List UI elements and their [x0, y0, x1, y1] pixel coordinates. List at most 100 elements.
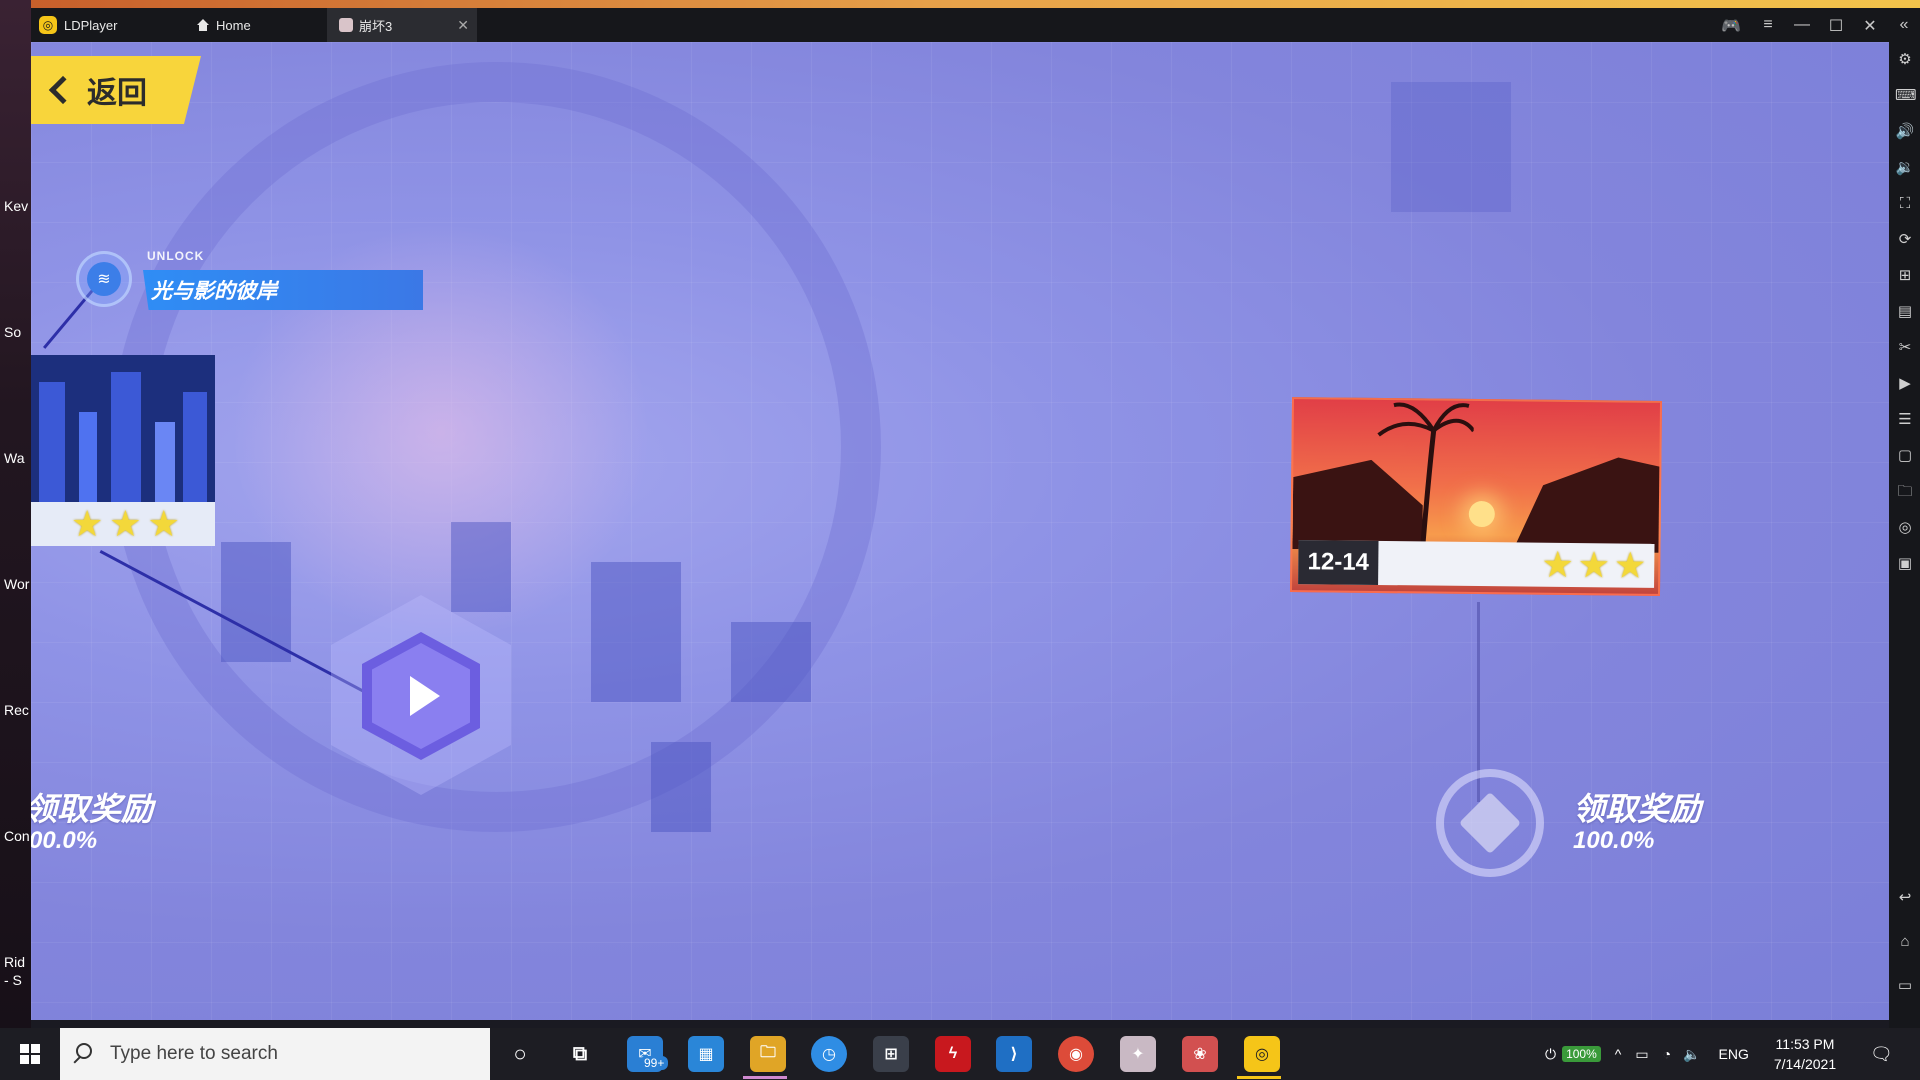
speaker-icon[interactable]: 🔈 — [1683, 1046, 1700, 1063]
multi-instance-icon[interactable]: ▣ — [1895, 554, 1915, 574]
task-view-icon[interactable]: ⧉ — [562, 1036, 598, 1072]
back-button[interactable]: 返回 — [31, 56, 201, 124]
battery-icon[interactable]: ▭ — [1635, 1046, 1648, 1063]
file-explorer-icon[interactable]: 🗀 — [750, 1036, 786, 1072]
cortana-icon[interactable]: ○ — [502, 1036, 538, 1072]
glitch-block — [591, 562, 681, 702]
desktop-top-edge — [0, 0, 1920, 8]
volume-up-icon[interactable]: 🔊 — [1895, 122, 1915, 142]
gamepad-icon[interactable]: 🎮 — [1720, 16, 1742, 36]
volume-down-icon[interactable]: 🔉 — [1895, 158, 1915, 178]
star-icon: ★ — [147, 503, 180, 544]
clock-time: 11:53 PM — [1775, 1036, 1835, 1052]
glitch-block — [1391, 82, 1511, 212]
tab-home[interactable]: Home — [196, 8, 251, 42]
settings-icon[interactable]: ⚙ — [1895, 50, 1915, 70]
desktop-icon-label[interactable]: Con — [4, 828, 30, 844]
desktop-icon-label[interactable]: Rec — [4, 702, 29, 718]
start-button[interactable] — [0, 1028, 60, 1080]
folder-icon[interactable]: 🗀 — [1895, 482, 1915, 502]
close-tab-icon[interactable]: ✕ — [457, 17, 469, 34]
stage-number: 12-14 — [1298, 540, 1379, 585]
home-nav-icon[interactable]: ⌂ — [1895, 932, 1915, 952]
language-indicator[interactable]: ENG — [1719, 1046, 1749, 1062]
star-icon: ★ — [1541, 543, 1574, 586]
fullscreen-icon[interactable]: ⛶ — [1895, 194, 1915, 214]
scissors-icon[interactable]: ✂ — [1895, 338, 1915, 358]
stage-card-left[interactable]: ★ ★ ★ — [31, 355, 215, 546]
tab-label: LDPlayer — [64, 17, 118, 33]
city-building — [183, 392, 207, 502]
battery-percent[interactable]: 100% — [1562, 1046, 1601, 1062]
tab-label: Home — [216, 17, 251, 33]
location-icon[interactable]: ◎ — [1895, 518, 1915, 538]
calendar-icon[interactable]: ▦ — [688, 1036, 724, 1072]
wifi-icon[interactable]: ◔ — [1663, 1046, 1671, 1062]
search-placeholder: Type here to search — [110, 1043, 278, 1064]
tab-game[interactable]: 崩坏3 ✕ — [327, 8, 477, 42]
reward-chest-button[interactable] — [1436, 769, 1544, 877]
flash-app-icon[interactable]: ϟ — [935, 1036, 971, 1072]
reward-title-right[interactable]: 领取奖励 — [1573, 784, 1701, 830]
vscode-icon[interactable]: ⟩ — [996, 1036, 1032, 1072]
glitch-block — [651, 742, 711, 832]
desktop-icon-label[interactable]: Wor — [4, 576, 29, 592]
keyboard-icon[interactable]: ⌨ — [1895, 86, 1917, 106]
search-icon — [76, 1043, 92, 1059]
chevron-left-icon — [48, 75, 78, 105]
recent-apps-icon[interactable]: ▭ — [1895, 976, 1915, 996]
chrome-icon[interactable]: ◉ — [1058, 1036, 1094, 1072]
game-viewport[interactable]: 返回 UNLOCK ≋ 光与影的彼岸 ★ ★ ★ 12-14 ★ ★ ★ 领取奖… — [31, 42, 1889, 1020]
unlock-stage-title: 光与影的彼岸 — [151, 280, 277, 303]
shake-icon[interactable]: ▢ — [1895, 446, 1915, 466]
palm-tree-icon — [1377, 402, 1475, 551]
sync-icon[interactable]: ⟳ — [1895, 230, 1915, 250]
unlock-stage-banner[interactable]: 光与影的彼岸 — [143, 270, 423, 310]
back-nav-icon[interactable]: ↩ — [1895, 888, 1915, 908]
screen: Kev So Wa Wor Rec Con Rid - S ◎ LDPlayer… — [0, 0, 1920, 1080]
chest-icon — [1458, 791, 1522, 855]
desktop-icon-label[interactable]: Kev — [4, 198, 28, 214]
game-app-icon[interactable]: ❀ — [1182, 1036, 1218, 1072]
glitch-block — [221, 542, 291, 662]
close-window-icon[interactable]: ✕ — [1859, 16, 1881, 36]
ldplayer-logo-icon: ◎ — [39, 16, 57, 34]
menu-icon[interactable]: ≡ — [1757, 16, 1779, 34]
reward-percent-right: 100.0% — [1573, 827, 1655, 854]
add-icon[interactable]: ⊞ — [1895, 266, 1915, 286]
honkai-launcher-icon[interactable]: ✦ — [1120, 1036, 1156, 1072]
tab-ldplayer[interactable]: ◎ LDPlayer — [39, 8, 117, 42]
emulator-sidebar: ⚙ ⌨ 🔊 🔉 ⛶ ⟳ ⊞ ▤ ✂ ▶ ☰ ▢ 🗀 ◎ ▣ ↩ ⌂ ▭ — [1889, 42, 1920, 1028]
system-tray: ⏻ 100% ^ ▭ ◔ 🔈 ENG — [1545, 1028, 1749, 1080]
clock-app-icon[interactable]: ◷ — [811, 1036, 847, 1072]
stage-card-right[interactable]: 12-14 ★ ★ ★ — [1289, 397, 1663, 596]
cliff-right — [1512, 456, 1662, 553]
home-icon — [196, 18, 210, 32]
desktop-icon-label[interactable]: So — [4, 324, 21, 340]
apk-icon[interactable]: ▤ — [1895, 302, 1915, 322]
city-building — [39, 382, 65, 502]
city-building — [79, 412, 97, 502]
collapse-sidebar-icon[interactable]: « — [1893, 16, 1915, 34]
taskbar-search[interactable]: Type here to search — [60, 1028, 490, 1080]
notifications-icon[interactable]: 🗨 — [1870, 1028, 1893, 1080]
macro-icon[interactable]: ☰ — [1895, 410, 1915, 430]
record-icon[interactable]: ▶ — [1895, 374, 1915, 394]
reward-percent-left: 00.0% — [31, 827, 98, 854]
reward-title-left[interactable]: 领取奖励 — [31, 784, 153, 830]
emulator-title-bar: ◎ LDPlayer Home 崩坏3 ✕ 🎮 ≡ — ☐ ✕ « — [31, 8, 1920, 42]
desktop-icon-label[interactable]: Wa — [4, 450, 24, 466]
store-icon[interactable]: ⊞ — [873, 1036, 909, 1072]
power-icon[interactable]: ⏻ — [1545, 1046, 1556, 1063]
desktop-icon-label[interactable]: Rid — [4, 954, 25, 970]
layers-icon: ≋ — [87, 262, 121, 296]
taskbar-clock[interactable]: 11:53 PM 7/14/2021 — [1765, 1034, 1845, 1074]
unlock-label: UNLOCK — [147, 249, 205, 263]
maximize-icon[interactable]: ☐ — [1825, 16, 1847, 36]
chevron-up-icon[interactable]: ^ — [1615, 1046, 1622, 1062]
ldplayer-taskbar-icon[interactable]: ◎ — [1244, 1036, 1280, 1072]
desktop-icon-label[interactable]: - S — [4, 972, 22, 988]
windows-taskbar: Type here to search ○ ⧉ ✉ 99+ ▦ 🗀 ◷ ⊞ ϟ … — [0, 1028, 1920, 1080]
unlock-stage-icon[interactable]: ≋ — [76, 251, 132, 307]
minimize-icon[interactable]: — — [1791, 16, 1813, 34]
